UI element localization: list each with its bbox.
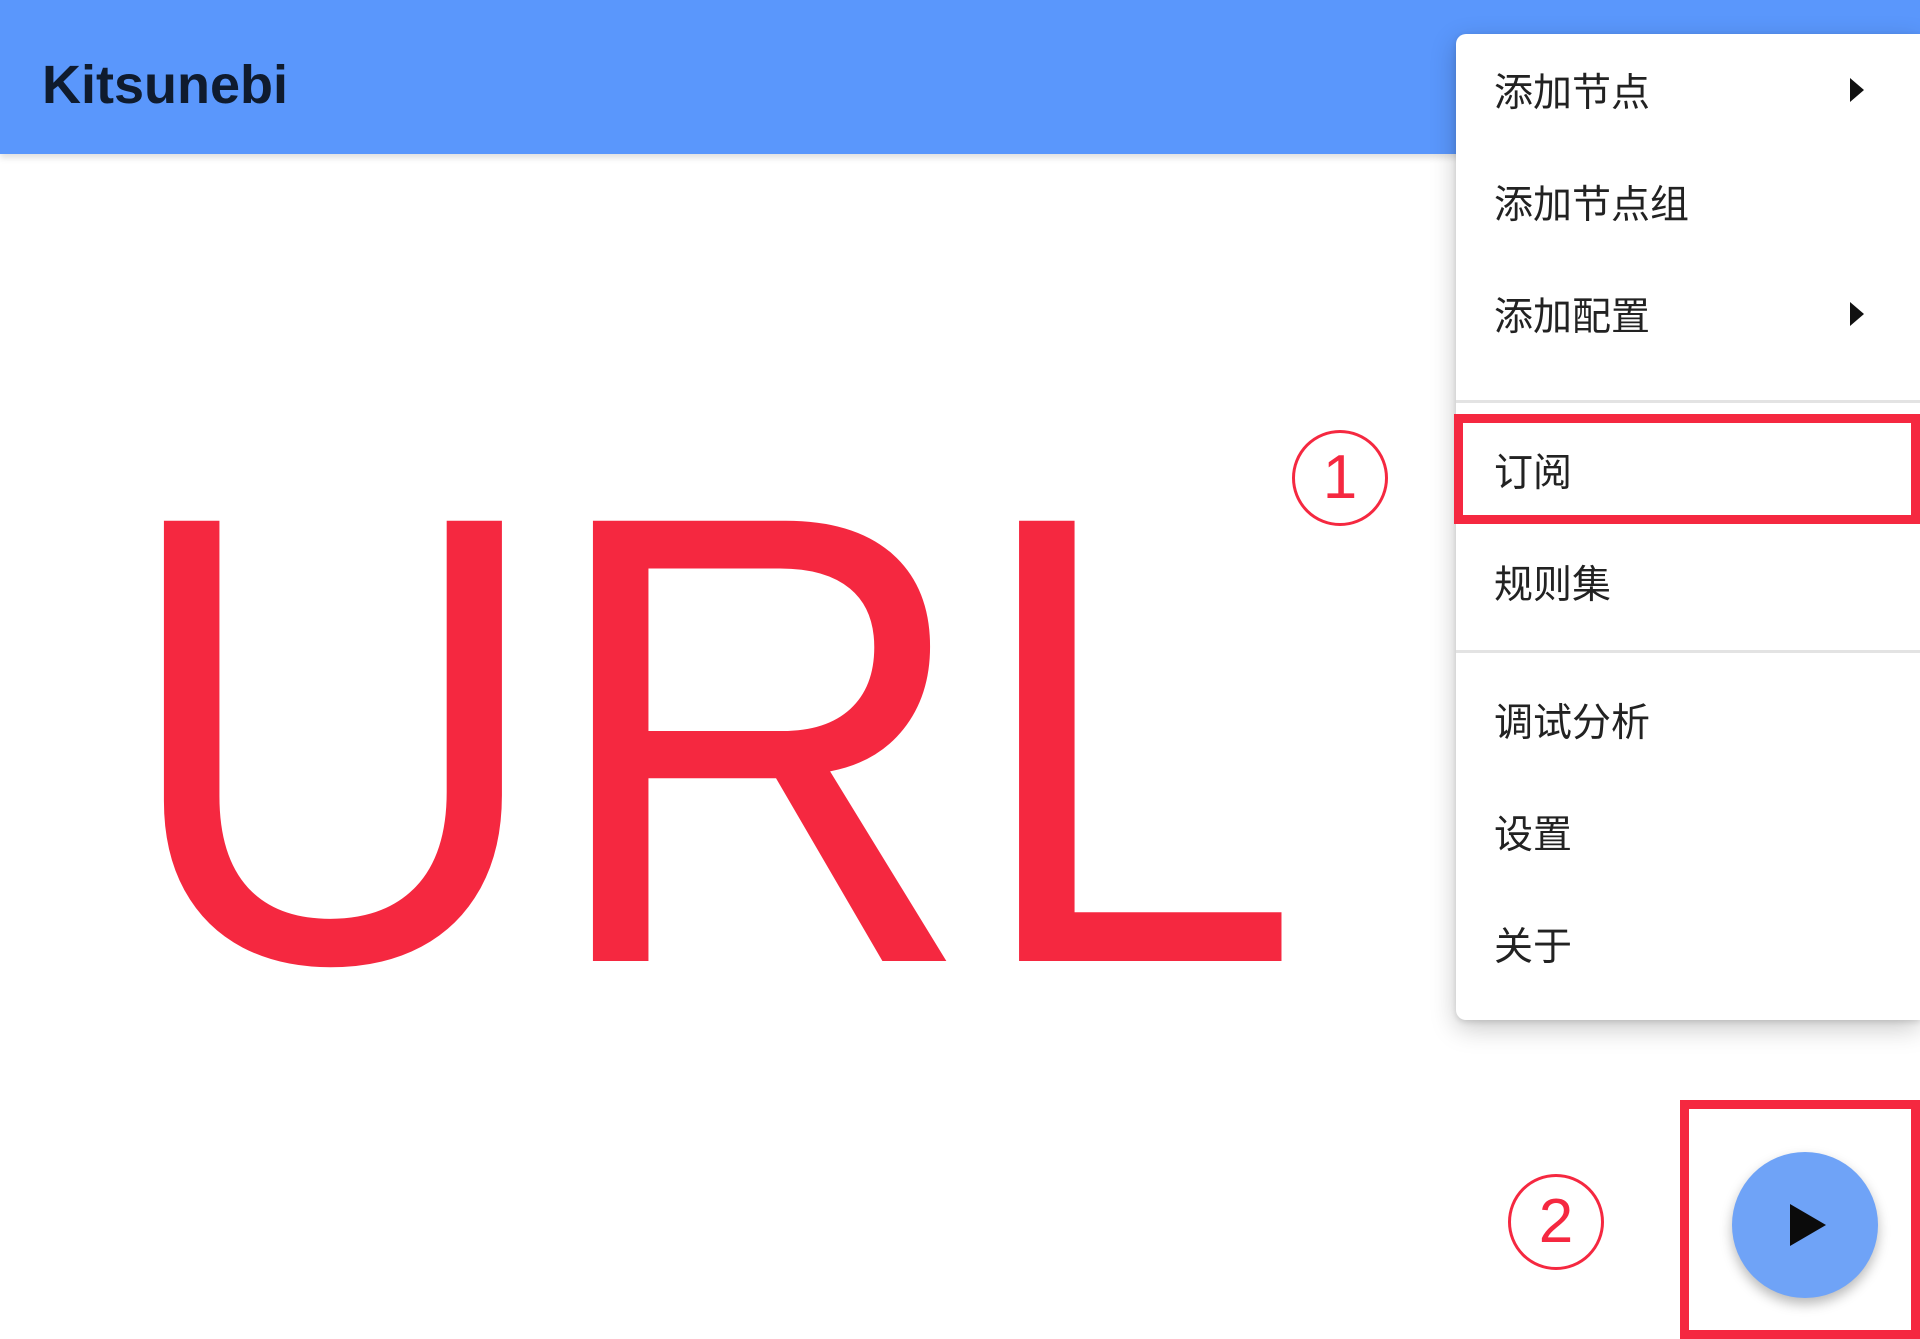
submenu-arrow-icon [1850, 78, 1864, 102]
step-marker-1: 1 [1292, 430, 1388, 526]
submenu-arrow-icon [1850, 302, 1864, 326]
start-fab-button[interactable] [1732, 1152, 1878, 1298]
menu-item-about[interactable]: 关于 [1456, 888, 1920, 1000]
menu-item-label: 添加配置 [1494, 295, 1651, 340]
menu-item-add-node[interactable]: 添加节点 [1456, 34, 1920, 146]
menu-item-label: 规则集 [1494, 563, 1612, 608]
menu-item-settings[interactable]: 设置 [1456, 776, 1920, 888]
subscription-highlight-box [1454, 414, 1920, 524]
menu-item-label: 添加节点 [1494, 71, 1651, 116]
menu-item-label: 调试分析 [1494, 701, 1651, 746]
menu-divider [1456, 650, 1920, 653]
menu-item-label: 关于 [1494, 925, 1573, 970]
play-icon [1790, 1204, 1826, 1246]
menu-item-label: 添加节点组 [1494, 183, 1690, 228]
menu-item-debug[interactable]: 调试分析 [1456, 664, 1920, 776]
app-title: Kitsunebi [42, 55, 289, 115]
menu-item-ruleset[interactable]: 规则集 [1456, 526, 1920, 638]
overflow-menu: 添加节点 添加节点组 添加配置 订阅 规则集 调试分析 设置 关于 [1456, 34, 1920, 1020]
step-marker-2: 2 [1508, 1174, 1604, 1270]
menu-divider [1456, 400, 1920, 403]
menu-item-add-config[interactable]: 添加配置 [1456, 258, 1920, 370]
url-overlay-text: URL [118, 382, 1301, 1097]
menu-item-add-node-group[interactable]: 添加节点组 [1456, 146, 1920, 258]
menu-item-label: 设置 [1494, 813, 1573, 858]
